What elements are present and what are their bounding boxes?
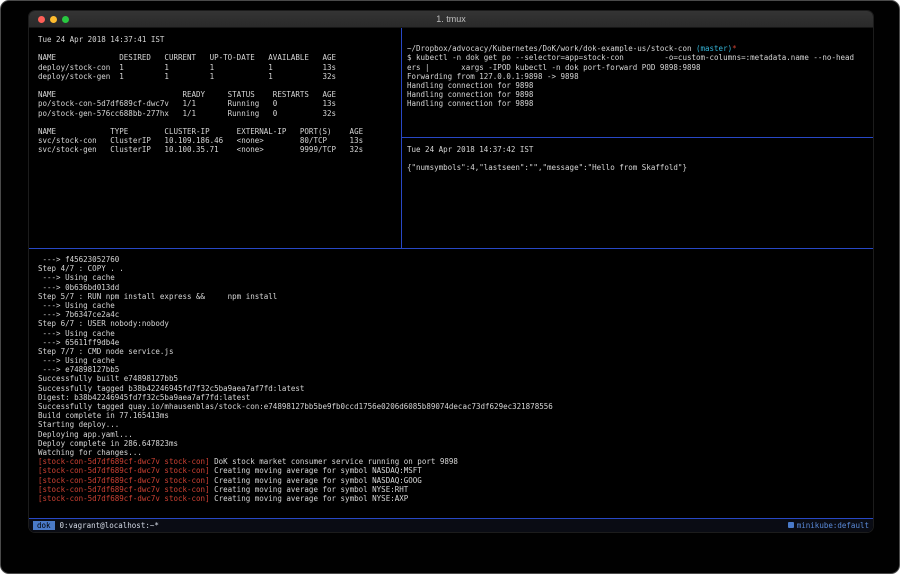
terminal-line: {"numsymbols":4,"lastseen":"","message":… (407, 163, 873, 172)
terminal-line: po/stock-con-5d7df689cf-dwc7v 1/1 Runnin… (38, 99, 401, 108)
terminal-line: Handling connection for 9898 (407, 99, 873, 108)
terminal-line: Handling connection for 9898 (407, 81, 873, 90)
terminal-line (407, 35, 873, 44)
terminal-line: Deploy complete in 286.647823ms (38, 439, 873, 448)
terminal-line: ~/Dropbox/advocacy/Kubernetes/DoK/work/d… (407, 44, 873, 53)
pane-port-forward[interactable]: ~/Dropbox/advocacy/Kubernetes/DoK/work/d… (402, 28, 873, 137)
terminal-line: svc/stock-con ClusterIP 10.109.186.46 <n… (38, 136, 401, 145)
status-right: minikube:default (788, 521, 869, 530)
screen: 1. tmux Tue 24 Apr 2018 14:37:41 IST NAM… (0, 0, 900, 574)
terminal-line: ---> Using cache (38, 301, 873, 310)
terminal-line (38, 81, 401, 90)
terminal-line: [stock-con-5d7df689cf-dwc7v stock-con] C… (38, 466, 873, 475)
terminal-line: Step 7/7 : CMD node service.js (38, 347, 873, 356)
session-name-badge[interactable]: dok (33, 521, 55, 530)
kube-context-label: minikube:default (797, 521, 869, 530)
terminal-line: Step 4/7 : COPY . . (38, 264, 873, 273)
terminal-line: Forwarding from 127.0.0.1:9898 -> 9898 (407, 72, 873, 81)
terminal-line: Deploying app.yaml... (38, 430, 873, 439)
tmux-terminal: Tue 24 Apr 2018 14:37:41 IST NAME DESIRE… (29, 28, 873, 532)
terminal-line: ---> 0b636bd013dd (38, 283, 873, 292)
terminal-line: Handling connection for 9898 (407, 90, 873, 99)
pane-service-output[interactable]: Tue 24 Apr 2018 14:37:42 IST {"numsymbol… (402, 138, 873, 248)
terminal-line: NAME DESIRED CURRENT UP-TO-DATE AVAILABL… (38, 53, 401, 62)
terminal-line: [stock-con-5d7df689cf-dwc7v stock-con] C… (38, 476, 873, 485)
tmux-status-bar: dok 0:vagrant@localhost:~* minikube:defa… (29, 519, 873, 532)
terminal-window: 1. tmux Tue 24 Apr 2018 14:37:41 IST NAM… (29, 11, 873, 532)
terminal-line: ---> e74898127bb5 (38, 365, 873, 374)
terminal-line: ers | xargs -IPOD kubectl -n dok port-fo… (407, 63, 873, 72)
window-titlebar[interactable]: 1. tmux (29, 11, 873, 28)
pane-skaffold-build[interactable]: ---> f45623052760Step 4/7 : COPY . . ---… (29, 249, 873, 516)
terminal-line (38, 118, 401, 127)
terminal-line: deploy/stock-gen 1 1 1 1 32s (38, 72, 401, 81)
terminal-line: Digest: b38b42246945fd7f32c5ba9aea7af7fd… (38, 393, 873, 402)
terminal-line: ---> 65611ff9db4e (38, 338, 873, 347)
terminal-line: [stock-con-5d7df689cf-dwc7v stock-con] C… (38, 485, 873, 494)
terminal-line: Successfully tagged quay.io/mhausenblas/… (38, 402, 873, 411)
terminal-line (407, 154, 873, 163)
terminal-line: Step 5/7 : RUN npm install express && np… (38, 292, 873, 301)
minikube-icon (788, 522, 794, 528)
pane-kubectl-watch[interactable]: Tue 24 Apr 2018 14:37:41 IST NAME DESIRE… (29, 28, 401, 248)
terminal-line: Successfully tagged b38b42246945fd7f32c5… (38, 384, 873, 393)
terminal-line: [stock-con-5d7df689cf-dwc7v stock-con] C… (38, 494, 873, 503)
terminal-line (38, 44, 401, 53)
status-window-label[interactable]: 0:vagrant@localhost:~* (60, 521, 159, 530)
terminal-line: Successfully built e74898127bb5 (38, 374, 873, 383)
terminal-line: Starting deploy... (38, 420, 873, 429)
terminal-line: ---> f45623052760 (38, 255, 873, 264)
terminal-line: ---> Using cache (38, 273, 873, 282)
terminal-line: Step 6/7 : USER nobody:nobody (38, 319, 873, 328)
window-title: 1. tmux (29, 14, 873, 24)
terminal-line: Tue 24 Apr 2018 14:37:42 IST (407, 145, 873, 154)
terminal-line: ---> Using cache (38, 329, 873, 338)
terminal-line: Watching for changes... (38, 448, 873, 457)
terminal-line: deploy/stock-con 1 1 1 1 13s (38, 63, 401, 72)
terminal-line: Build complete in 77.165413ms (38, 411, 873, 420)
terminal-line: po/stock-gen-576cc688bb-277hx 1/1 Runnin… (38, 109, 401, 118)
terminal-line: NAME TYPE CLUSTER-IP EXTERNAL-IP PORT(S)… (38, 127, 401, 136)
terminal-line: ---> 7b6347ce2a4c (38, 310, 873, 319)
terminal-line: [stock-con-5d7df689cf-dwc7v stock-con] D… (38, 457, 873, 466)
terminal-line: NAME READY STATUS RESTARTS AGE (38, 90, 401, 99)
terminal-line: Tue 24 Apr 2018 14:37:41 IST (38, 35, 401, 44)
terminal-line: svc/stock-gen ClusterIP 10.100.35.71 <no… (38, 145, 401, 154)
terminal-line: $ kubectl -n dok get po --selector=app=s… (407, 53, 873, 62)
terminal-line: ---> Using cache (38, 356, 873, 365)
